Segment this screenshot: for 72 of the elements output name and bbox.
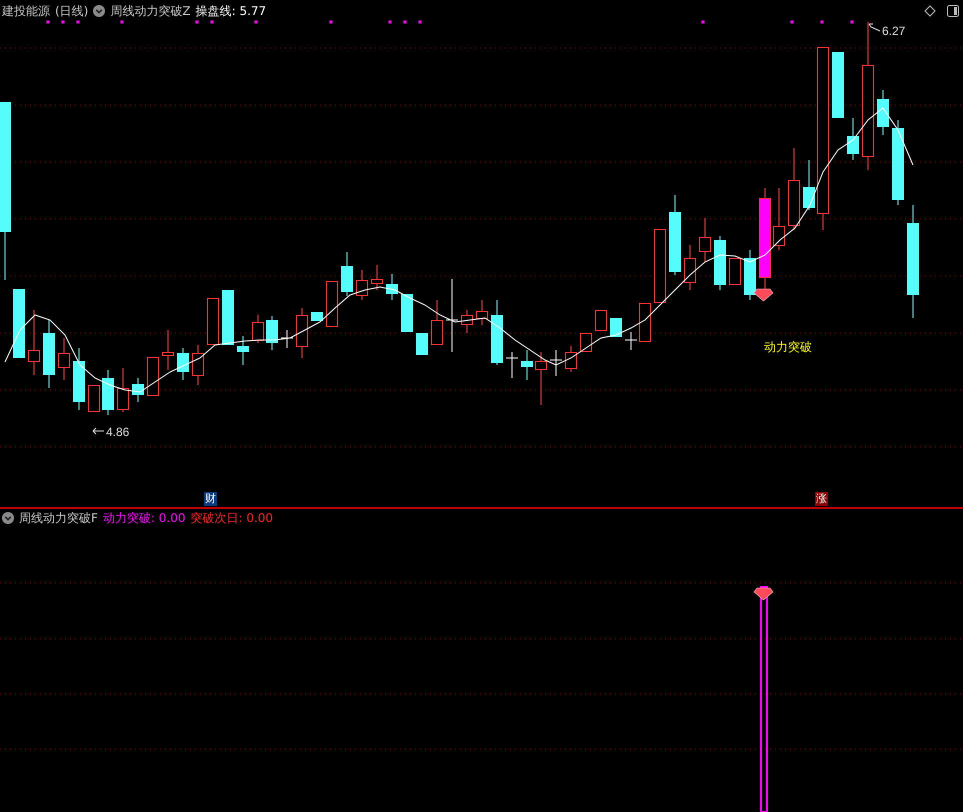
candlestick bbox=[832, 52, 844, 118]
candlestick bbox=[58, 338, 70, 380]
candlestick bbox=[491, 300, 503, 366]
candlestick bbox=[102, 370, 114, 416]
pointer-arrow-icon bbox=[92, 428, 104, 434]
gem-icon bbox=[754, 288, 774, 302]
candlestick bbox=[386, 274, 398, 300]
candlestick bbox=[43, 320, 55, 388]
candlestick bbox=[401, 294, 413, 332]
line-reading: 操盘线: 5.77 bbox=[196, 2, 266, 20]
candlestick bbox=[13, 288, 25, 358]
chart-period: (日线) bbox=[55, 2, 88, 20]
candlestick bbox=[714, 236, 726, 290]
candlestick bbox=[222, 290, 234, 346]
candlestick bbox=[847, 118, 859, 160]
candlestick bbox=[461, 310, 473, 334]
candlestick bbox=[877, 90, 889, 136]
candlestick bbox=[132, 378, 144, 402]
candlestick bbox=[610, 318, 622, 338]
dropdown-icon[interactable] bbox=[93, 5, 106, 17]
candlestick bbox=[639, 302, 651, 342]
gem-icon bbox=[754, 588, 774, 600]
pointer-arrow-icon bbox=[868, 24, 880, 32]
candlestick bbox=[280, 330, 294, 348]
chart-badge: 财 bbox=[204, 492, 217, 506]
candlestick bbox=[371, 264, 383, 290]
signal-label: 动力突破 bbox=[764, 340, 812, 354]
candlestick bbox=[803, 160, 815, 210]
candlestick bbox=[595, 310, 607, 332]
candlestick bbox=[699, 218, 711, 262]
candlestick bbox=[311, 312, 323, 322]
candlestick bbox=[147, 356, 159, 396]
indicator-reading: 突破次日: 0.00 bbox=[190, 510, 274, 526]
candlestick bbox=[729, 258, 741, 286]
candlestick bbox=[565, 346, 577, 372]
low-price-label: 4.86 bbox=[106, 425, 130, 439]
candlestick bbox=[326, 280, 338, 328]
candlestick bbox=[88, 384, 100, 412]
candlestick bbox=[550, 350, 562, 376]
chart-badge: 涨 bbox=[815, 492, 828, 506]
candlestick bbox=[506, 352, 518, 378]
candlestick bbox=[535, 352, 547, 406]
candlestick bbox=[28, 310, 40, 376]
candlestick bbox=[192, 344, 204, 386]
candlestick bbox=[431, 300, 443, 346]
candlestick bbox=[356, 270, 368, 300]
candlestick bbox=[207, 298, 219, 346]
high-price-label: 6.27 bbox=[882, 24, 906, 38]
candlestick bbox=[341, 252, 353, 296]
candlestick bbox=[416, 332, 428, 356]
candlestick bbox=[773, 188, 785, 250]
candlestick bbox=[266, 316, 278, 350]
candlestick bbox=[624, 332, 638, 350]
candlestick bbox=[162, 330, 174, 370]
indicator-name: 周线动力突破F bbox=[19, 510, 98, 526]
candlestick bbox=[237, 336, 249, 366]
panel-toggle-icon[interactable] bbox=[947, 5, 959, 17]
indicator-name: 周线动力突破Z bbox=[110, 2, 191, 20]
dropdown-icon[interactable] bbox=[2, 512, 14, 524]
candlestick bbox=[252, 314, 264, 344]
candlestick bbox=[117, 368, 129, 412]
diamond-icon[interactable] bbox=[924, 5, 936, 17]
indicator-reading: 动力突破: 0.00 bbox=[102, 510, 186, 526]
candlestick bbox=[521, 350, 533, 380]
candlestick bbox=[744, 250, 756, 300]
candlestick bbox=[580, 332, 592, 352]
candlestick bbox=[177, 348, 189, 380]
stock-name: 建投能源 bbox=[2, 2, 50, 20]
candlestick bbox=[476, 300, 488, 326]
candlestick bbox=[684, 244, 696, 290]
candlestick bbox=[73, 348, 85, 410]
candlestick bbox=[296, 308, 308, 358]
